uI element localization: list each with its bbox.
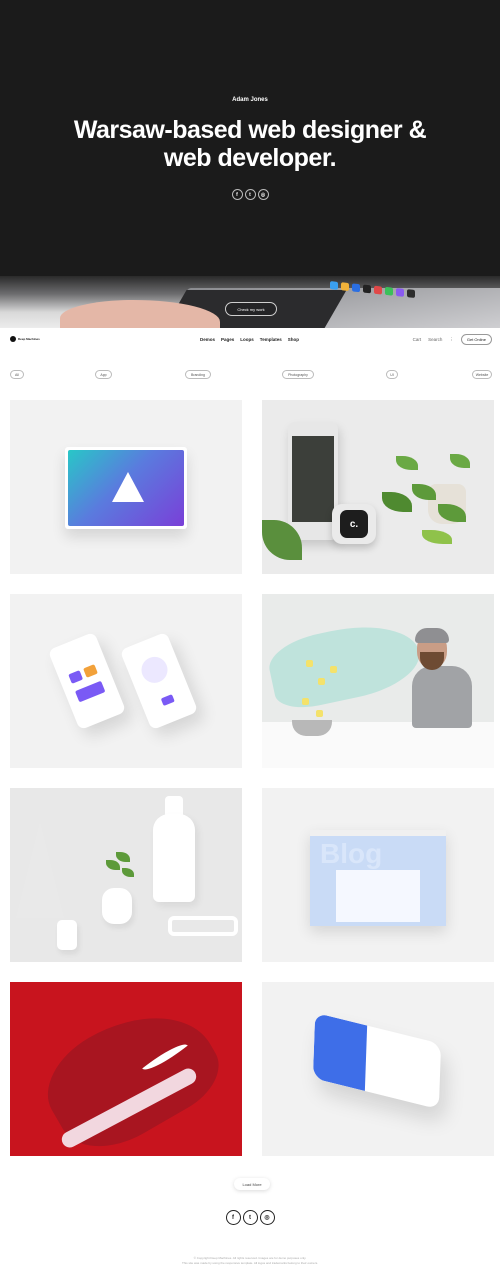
filter-app[interactable]: App xyxy=(95,370,112,379)
phone-app-image xyxy=(312,1012,442,1110)
logo-text: Deep Machines xyxy=(18,336,40,341)
footer-social-links: f t ◎ xyxy=(0,1210,500,1225)
menu-item-templates[interactable]: Templates xyxy=(260,337,282,342)
bottle-image xyxy=(153,814,195,902)
dribbble-icon[interactable]: ◎ xyxy=(259,1210,275,1225)
get-online-button[interactable]: Get Online xyxy=(460,334,492,345)
portfolio-item-blog[interactable]: Blog xyxy=(262,788,494,962)
more-menu-icon[interactable]: ⋮ xyxy=(449,337,454,343)
filter-ui[interactable]: UI xyxy=(386,370,398,379)
portfolio-item-still-life[interactable] xyxy=(10,788,242,962)
tablet-image xyxy=(65,447,187,529)
portfolio-item-app-screens[interactable] xyxy=(10,594,242,768)
portfolio-item-tablet[interactable] xyxy=(10,400,242,574)
menu-item-shop[interactable]: Shop xyxy=(288,337,299,342)
dribbble-icon[interactable]: ◎ xyxy=(257,189,269,200)
load-more-button[interactable]: Load More xyxy=(234,1178,270,1190)
man-image xyxy=(412,666,472,728)
nav-right: Cart Search ⋮ Get Online xyxy=(413,334,492,345)
hero-title: Warsaw-based web designer & web develope… xyxy=(0,116,500,172)
facebook-icon[interactable]: f xyxy=(225,1210,241,1225)
menu-item-demos[interactable]: Demos xyxy=(200,337,215,342)
facebook-icon[interactable]: f xyxy=(231,189,243,200)
hero-name: Adam Jones xyxy=(232,97,268,103)
portfolio-item-phone-watch[interactable]: c. xyxy=(262,400,494,574)
hero-title-line2: web developer. xyxy=(163,144,337,172)
logo-icon xyxy=(10,336,16,342)
vase-image xyxy=(102,888,132,924)
hero-social-links: f t ◎ xyxy=(0,189,500,200)
main-navbar: Deep Machines Demos Pages Loops Template… xyxy=(0,328,500,352)
footer-note: This site was made by using the responsi… xyxy=(181,1261,319,1265)
glasses-image xyxy=(168,916,238,936)
pyramid-shape xyxy=(16,822,64,918)
twitter-icon[interactable]: t xyxy=(244,189,256,200)
check-work-button[interactable]: Check my work xyxy=(225,302,277,316)
cart-link[interactable]: Cart xyxy=(413,337,422,342)
portfolio-item-sneaker[interactable] xyxy=(10,982,242,1156)
menu-item-pages[interactable]: Pages xyxy=(221,337,234,342)
menu-item-loops[interactable]: Loops xyxy=(240,337,254,342)
app-logo-icon xyxy=(112,472,144,502)
footer-copyright: © Copyright Deep Machines. All rights re… xyxy=(193,1256,307,1260)
app-screen-left xyxy=(47,631,127,731)
browser-mockup: Blog xyxy=(310,830,446,926)
portfolio-item-man-popcorn[interactable] xyxy=(262,594,494,768)
filter-all[interactable]: All xyxy=(10,370,24,379)
app-screen-right xyxy=(119,631,199,731)
hero-title-line1: Warsaw-based web designer & xyxy=(73,116,427,144)
filter-website[interactable]: Website xyxy=(472,370,492,379)
portfolio-item-phone-app[interactable] xyxy=(262,982,494,1156)
phone-image xyxy=(288,422,338,540)
site-logo[interactable]: Deep Machines xyxy=(10,336,48,342)
filter-photography[interactable]: Photography xyxy=(282,370,314,379)
smartwatch-image: c. xyxy=(332,504,376,544)
search-link[interactable]: Search xyxy=(428,337,442,342)
portfolio-filters: All App Branding Photography UI Website xyxy=(10,370,492,382)
twitter-icon[interactable]: t xyxy=(242,1210,258,1225)
filter-branding[interactable]: Branding xyxy=(185,370,211,379)
main-menu: Demos Pages Loops Templates Shop xyxy=(200,337,299,342)
hero-section: Adam Jones Warsaw-based web designer & w… xyxy=(0,0,500,328)
